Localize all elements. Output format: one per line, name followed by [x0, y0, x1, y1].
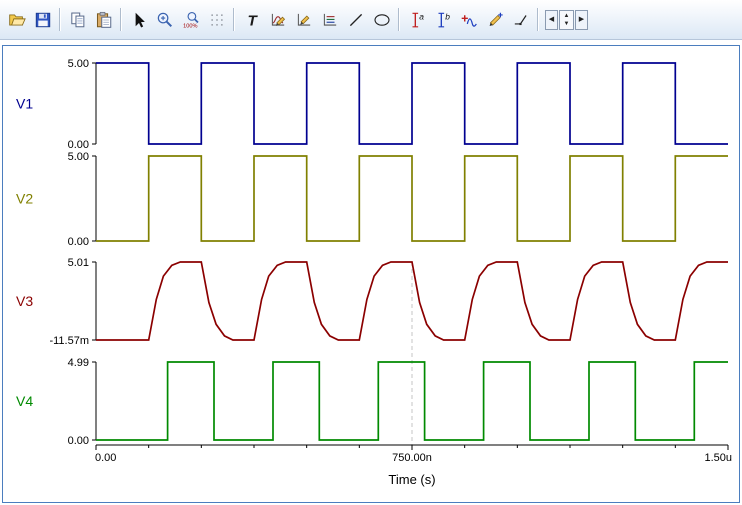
paste-icon: [96, 11, 111, 28]
trace-V1: [96, 62, 728, 145]
edit-axis-tool-button[interactable]: [291, 7, 316, 32]
y-min-label: -11.57m: [49, 335, 89, 347]
x-tick-label: 0.00: [95, 452, 116, 464]
y-max-label: 5.00: [68, 58, 89, 70]
x-axis-title: Time (s): [388, 472, 435, 487]
y-min-label: 0.00: [68, 435, 89, 447]
page-control: ◀ ▲ ▼ ▶: [545, 9, 588, 30]
y-min-label: 0.00: [68, 236, 89, 248]
edit-axis-icon: [297, 13, 310, 26]
cursor-arrow-icon: [135, 12, 145, 28]
spinner-up-icon[interactable]: ▲: [560, 12, 573, 20]
cursor-b-button[interactable]: b: [430, 7, 455, 32]
pen-plus-icon: [489, 12, 503, 26]
svg-text:T: T: [247, 12, 258, 29]
grid-toggle-button[interactable]: [204, 7, 229, 32]
y-max-label: 5.01: [68, 257, 89, 269]
pen-tool-button[interactable]: [482, 7, 507, 32]
line-tool-icon: [349, 13, 362, 26]
toolbar-separator: [59, 8, 61, 31]
plot-area[interactable]: 0.00 750.00n 1.50u Time (s) 5.00 0.00 V1 5.00 0.…: [2, 45, 740, 503]
add-curve-icon: [461, 14, 477, 27]
next-page-button[interactable]: ▶: [575, 9, 588, 30]
save-button[interactable]: [30, 7, 55, 32]
ellipse-tool-button[interactable]: [369, 7, 394, 32]
toolbar-separator: [537, 8, 539, 31]
text-tool-icon: T: [247, 12, 258, 29]
legend-tool-button[interactable]: [317, 7, 342, 32]
zoom-in-icon: [157, 12, 172, 27]
edit-waveform-icon: [271, 13, 285, 26]
page-spinner[interactable]: ▲ ▼: [559, 9, 574, 30]
cursor-a-button[interactable]: a: [404, 7, 429, 32]
svg-text:100%: 100%: [183, 23, 197, 29]
toolbar-separator: [398, 8, 400, 31]
left-arrow-icon: ◀: [548, 15, 555, 23]
open-button[interactable]: [4, 7, 29, 32]
line-tool-button[interactable]: [343, 7, 368, 32]
add-curve-button[interactable]: [456, 7, 481, 32]
open-folder-icon: [8, 13, 26, 26]
cursor-b-icon: b: [438, 11, 450, 27]
x-tick-label: 1.50u: [704, 452, 732, 464]
zoom-in-button[interactable]: [152, 7, 177, 32]
trace-label-V1: V1: [16, 96, 33, 112]
svg-text:a: a: [419, 11, 424, 21]
waveform-canvas[interactable]: 0.00 750.00n 1.50uTime (s)5.000.00V15.000.…: [3, 46, 739, 502]
trace-label-V2: V2: [16, 191, 33, 207]
copy-button[interactable]: [65, 7, 90, 32]
trace-label-V3: V3: [16, 293, 33, 309]
copy-icon: [70, 12, 84, 27]
x-tick-label: 750.00n: [392, 452, 432, 464]
svg-text:b: b: [445, 11, 450, 21]
zoom-100-icon: 100%: [183, 11, 199, 29]
toolbar-separator: [233, 8, 235, 31]
edit-waveform-tool-button[interactable]: [265, 7, 290, 32]
toolbar-separator: [120, 8, 122, 31]
floppy-disk-icon: [35, 12, 50, 27]
polyline-tool-button[interactable]: [508, 7, 533, 32]
text-tool-button[interactable]: T: [239, 7, 264, 32]
y-min-label: 0.00: [68, 139, 89, 151]
ellipse-tool-icon: [373, 13, 390, 26]
polyline-icon: [514, 14, 527, 25]
select-cursor-button[interactable]: [126, 7, 151, 32]
y-max-label: 4.99: [68, 357, 89, 369]
zoom-100-button[interactable]: 100%: [178, 7, 203, 32]
trace-V4: [96, 361, 728, 441]
trace-label-V4: V4: [16, 393, 33, 409]
toolbar: 100% T a b ◀ ▲ ▼ ▶: [0, 0, 742, 40]
legend-icon: [323, 13, 336, 26]
cursor-a-icon: a: [412, 11, 424, 27]
paste-button[interactable]: [91, 7, 116, 32]
y-max-label: 5.00: [68, 151, 89, 163]
spinner-down-icon[interactable]: ▼: [560, 20, 573, 28]
prev-page-button[interactable]: ◀: [545, 9, 558, 30]
grid-dots-icon: [210, 13, 223, 26]
trace-V2: [96, 155, 728, 242]
right-arrow-icon: ▶: [578, 15, 585, 23]
